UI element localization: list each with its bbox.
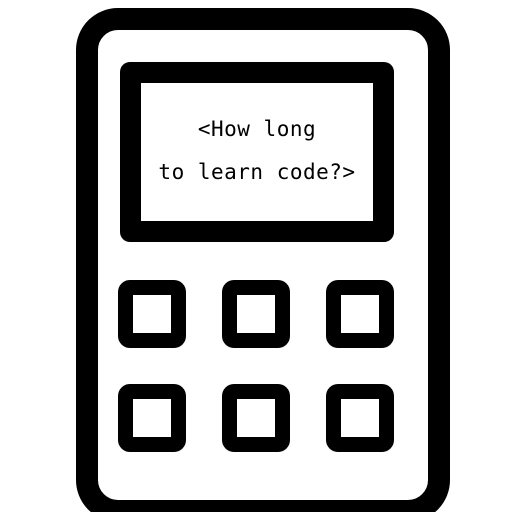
keypad-button-5[interactable] [222,384,290,452]
display-line-1: <How long [197,117,317,141]
keypad-button-2[interactable] [222,280,290,348]
keypad-button-3[interactable] [326,280,394,348]
keypad-button-6[interactable] [326,384,394,452]
keypad-button-1[interactable] [118,280,186,348]
keypad-button-4[interactable] [118,384,186,452]
calculator-display: <How long to learn code?> [120,62,394,242]
display-line-2: to learn code?> [158,160,356,184]
calculator-icon: <How long to learn code?> [0,0,512,512]
